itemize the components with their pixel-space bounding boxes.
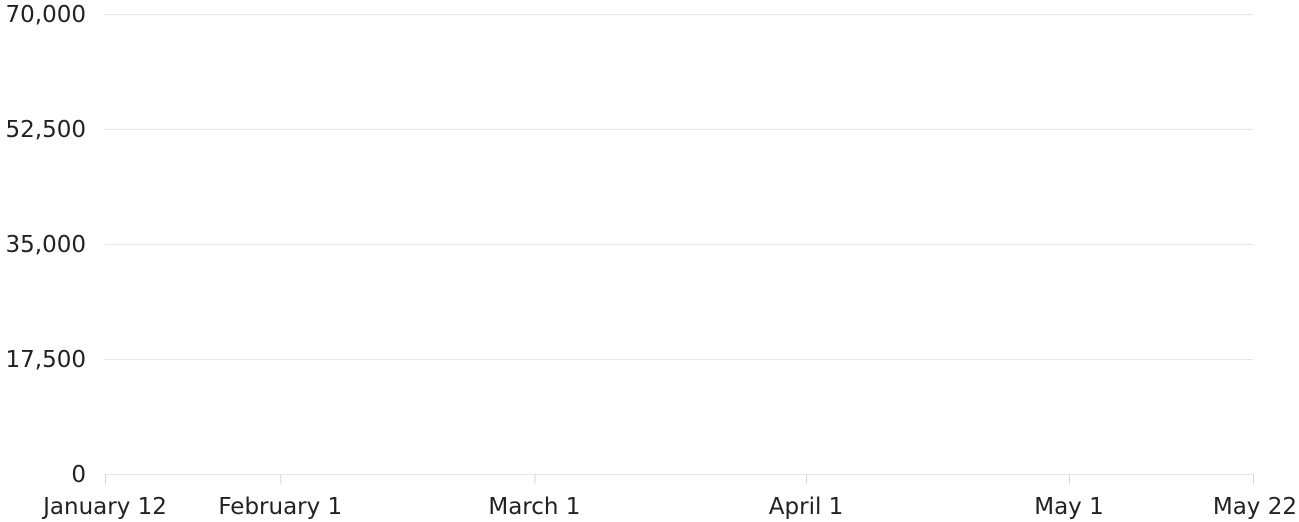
y-axis-labels: 0 17,500 35,000 52,500 70,000: [6, 2, 86, 488]
x-axis-labels: January 12 February 1 March 1 April 1 May 1 M…: [41, 494, 1297, 520]
y-tick-label: 70,000: [6, 2, 86, 28]
x-tick-label: February 1: [218, 494, 342, 520]
y-tick-label: 35,000: [6, 232, 86, 258]
x-tick-label: May 1: [1034, 494, 1104, 520]
gridlines: [105, 14, 1253, 475]
x-tick-label: April 1: [769, 494, 844, 520]
x-tick-label: May 22: [1213, 494, 1297, 520]
x-tick-label: March 1: [488, 494, 580, 520]
y-tick-label: 0: [71, 462, 86, 488]
chart: 0 17,500 35,000 52,500 70,000 January 12 Febr…: [6, 2, 1297, 520]
x-tick-label: January 12: [41, 494, 167, 520]
x-axis-ticks: [105, 474, 1254, 484]
y-tick-label: 17,500: [6, 347, 86, 373]
y-tick-label: 52,500: [6, 117, 86, 143]
